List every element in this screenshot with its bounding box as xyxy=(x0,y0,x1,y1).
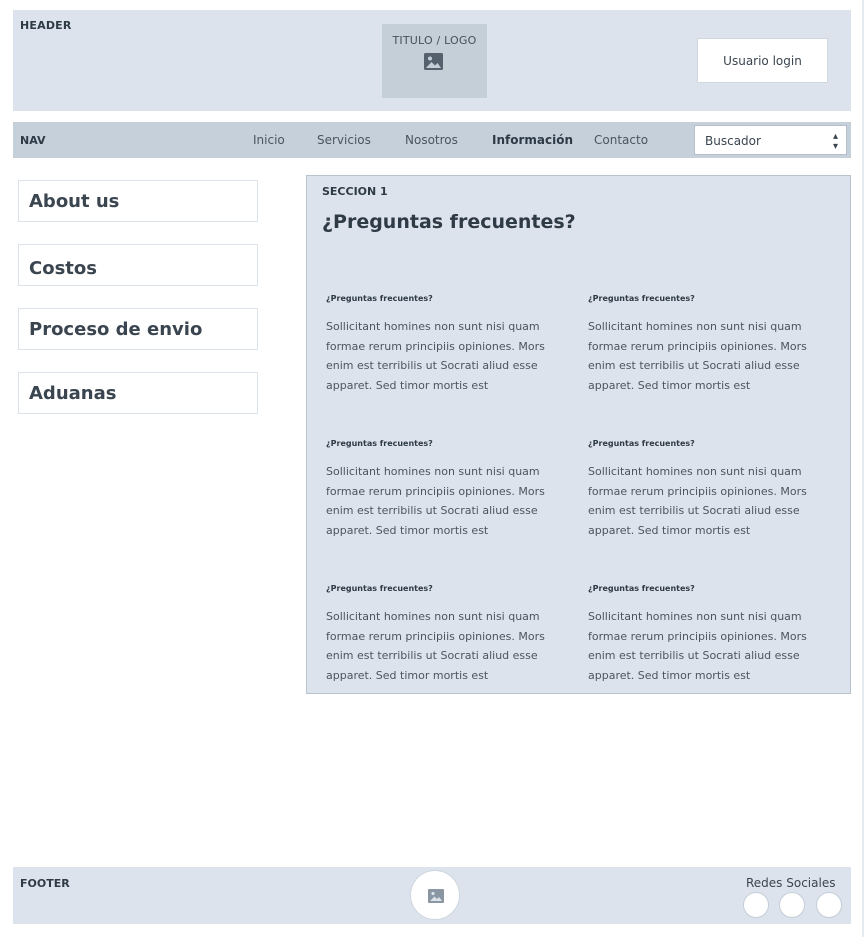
nav-item-inicio[interactable]: Inicio xyxy=(253,133,285,147)
faq-item: ¿Preguntas frecuentes? Sollicitant homin… xyxy=(588,439,833,540)
updown-arrows-icon: ▴ ▾ xyxy=(832,131,838,152)
sidebar-item-proceso-de-envio[interactable]: Proceso de envio xyxy=(18,308,258,350)
sidebar-item-costos[interactable]: Costos xyxy=(18,244,258,286)
faq-question: ¿Preguntas frecuentes? xyxy=(326,584,433,593)
footer: FOOTER Redes Sociales xyxy=(13,867,851,924)
faq-question: ¿Preguntas frecuentes? xyxy=(326,294,433,303)
footer-label: FOOTER xyxy=(20,877,70,890)
social-link-1[interactable] xyxy=(743,892,769,918)
section-title: ¿Preguntas frecuentes? xyxy=(322,211,576,233)
image-icon xyxy=(424,53,443,70)
faq-item: ¿Preguntas frecuentes? Sollicitant homin… xyxy=(326,294,571,395)
faq-answer: Sollicitant homines non sunt nisi quam f… xyxy=(326,610,545,682)
sidebar-item-label: Proceso de envio xyxy=(29,319,203,340)
sidebar-item-aduanas[interactable]: Aduanas xyxy=(18,372,258,414)
faq-question: ¿Preguntas frecuentes? xyxy=(588,294,695,303)
faq-answer: Sollicitant homines non sunt nisi quam f… xyxy=(588,320,807,392)
faq-answer: Sollicitant homines non sunt nisi quam f… xyxy=(588,465,807,537)
search-select-value: Buscador xyxy=(705,134,761,148)
social-label: Redes Sociales xyxy=(746,876,836,890)
sidebar-item-label: Costos xyxy=(29,258,97,279)
header-label: HEADER xyxy=(20,19,72,32)
faq-answer: Sollicitant homines non sunt nisi quam f… xyxy=(326,465,545,537)
faq-item: ¿Preguntas frecuentes? Sollicitant homin… xyxy=(326,584,571,685)
sidebar-item-about-us[interactable]: About us xyxy=(18,180,258,222)
faq-answer: Sollicitant homines non sunt nisi quam f… xyxy=(326,320,545,392)
sidebar-item-label: Aduanas xyxy=(29,383,117,404)
header: HEADER TITULO / LOGO Usuario login xyxy=(13,10,851,111)
site-logo[interactable]: TITULO / LOGO xyxy=(382,24,487,98)
nav-item-servicios[interactable]: Servicios xyxy=(317,133,371,147)
sidebar-item-label: About us xyxy=(29,191,120,212)
nav-item-nosotros[interactable]: Nosotros xyxy=(405,133,458,147)
faq-item: ¿Preguntas frecuentes? Sollicitant homin… xyxy=(588,584,833,685)
nav-label: NAV xyxy=(20,134,46,147)
nav-bar: NAV Inicio Servicios Nosotros Informació… xyxy=(13,122,851,158)
user-login-button[interactable]: Usuario login xyxy=(697,38,828,83)
social-link-2[interactable] xyxy=(779,892,805,918)
faq-answer: Sollicitant homines non sunt nisi quam f… xyxy=(588,610,807,682)
image-icon xyxy=(428,889,444,903)
section-label: SECCION 1 xyxy=(322,185,388,198)
faq-section: SECCION 1 ¿Preguntas frecuentes? ¿Pregun… xyxy=(306,175,851,694)
social-link-3[interactable] xyxy=(816,892,842,918)
search-select[interactable]: Buscador ▴ ▾ xyxy=(694,125,847,155)
nav-item-informacion[interactable]: Información xyxy=(492,133,573,147)
footer-logo[interactable] xyxy=(410,870,460,920)
nav-item-contacto[interactable]: Contacto xyxy=(594,133,648,147)
faq-item: ¿Preguntas frecuentes? Sollicitant homin… xyxy=(326,439,571,540)
faq-question: ¿Preguntas frecuentes? xyxy=(588,584,695,593)
logo-text: TITULO / LOGO xyxy=(392,34,477,47)
faq-question: ¿Preguntas frecuentes? xyxy=(326,439,433,448)
faq-question: ¿Preguntas frecuentes? xyxy=(588,439,695,448)
faq-item: ¿Preguntas frecuentes? Sollicitant homin… xyxy=(588,294,833,395)
